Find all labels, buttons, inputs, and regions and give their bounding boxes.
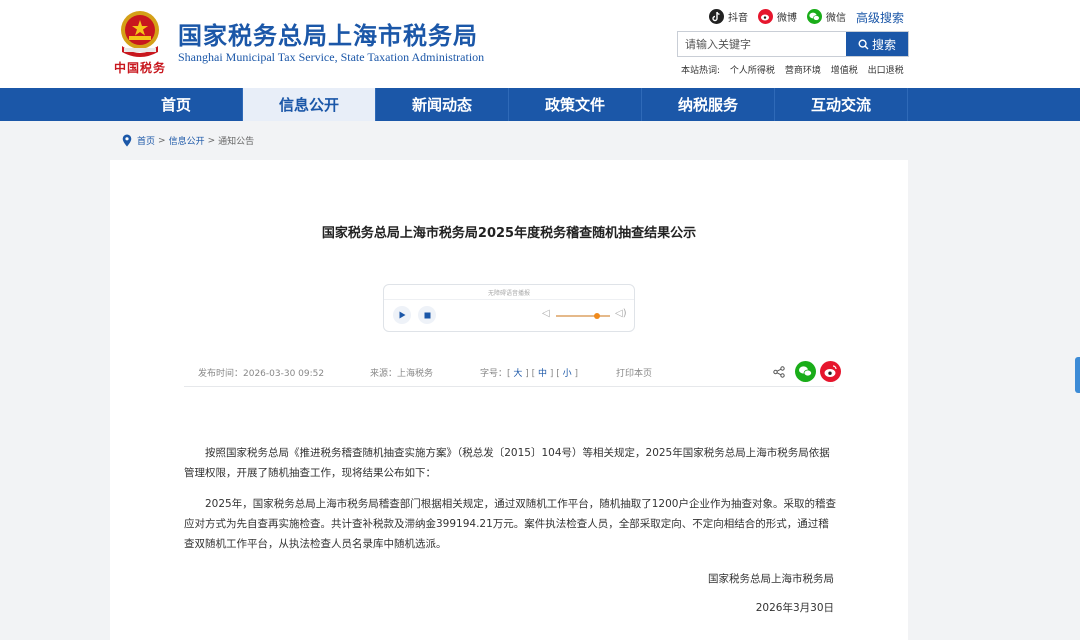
hot-word[interactable]: 个人所得税: [730, 66, 775, 76]
share-bar: [773, 361, 841, 382]
nav-item-info-disclosure[interactable]: 信息公开: [243, 88, 376, 121]
article-title: 国家税务总局上海市税务局2025年度税务稽查随机抽查结果公示: [321, 226, 697, 241]
main-nav: 首页 信息公开 新闻动态 政策文件 纳税服务 互动交流: [0, 88, 1080, 121]
weixin-icon: [807, 8, 822, 24]
nav-item-news[interactable]: 新闻动态: [376, 88, 509, 121]
font-size-medium[interactable]: 中: [538, 369, 547, 379]
share-weibo-button[interactable]: [820, 361, 841, 382]
font-size-controls: 字号：[ 大 ] [ 中 ] [ 小 ]: [480, 369, 579, 379]
douyin-label: 抖音: [728, 12, 748, 24]
location-pin-icon: [122, 134, 132, 147]
weibo-icon: [758, 8, 773, 24]
font-size-large[interactable]: 大: [513, 369, 522, 379]
site-subtitle: Shanghai Municipal Tax Service, State Ta…: [178, 50, 485, 64]
article-panel: 国家税务总局上海市税务局2025年度税务稽查随机抽查结果公示 无障碍语音播报 ◁…: [110, 160, 908, 640]
hot-word[interactable]: 出口退税: [868, 66, 904, 76]
breadcrumb-current: 通知公告: [218, 137, 255, 147]
volume-high-icon[interactable]: ◁): [615, 308, 627, 319]
floating-side-tab[interactable]: [1075, 357, 1080, 393]
hot-word[interactable]: 增值税: [831, 66, 858, 76]
audio-player-caption: 无障碍语音播报: [487, 290, 530, 297]
douyin-link[interactable]: 抖音: [709, 7, 748, 25]
nav-item-interaction[interactable]: 互动交流: [775, 88, 908, 121]
logo-text: 中国税务: [114, 61, 167, 75]
breadcrumb-separator: >: [207, 135, 216, 146]
article-paragraph: 2025年，国家税务总局上海市税务局稽查部门根据相关规定，通过双随机工作平台，随…: [184, 498, 836, 550]
share-icon[interactable]: [773, 365, 785, 378]
play-icon: [399, 311, 406, 319]
stop-button[interactable]: [418, 306, 436, 324]
nav-item-tax-service[interactable]: 纳税服务: [642, 88, 775, 121]
weixin-link[interactable]: 微信: [807, 7, 846, 25]
search-input[interactable]: [678, 32, 845, 56]
article-signature: 国家税务总局上海市税务局: [708, 573, 834, 585]
search-button[interactable]: 搜索: [846, 32, 908, 56]
weibo-icon: [824, 365, 837, 377]
publish-time: 发布时间：2026-03-30 09:52: [198, 369, 325, 379]
breadcrumb-separator: >: [158, 135, 166, 146]
search-box: 搜索: [677, 31, 909, 57]
breadcrumb: 首页 > 信息公开 > 通知公告: [122, 134, 254, 147]
share-weixin-button[interactable]: [795, 361, 816, 382]
search-button-label: 搜索: [871, 37, 896, 52]
national-emblem-icon: [121, 11, 159, 57]
meta-divider: [184, 386, 834, 387]
print-link[interactable]: 打印本页: [616, 366, 652, 379]
article-paragraph: 按照国家税务总局《推进税务稽查随机抽查实施方案》（税总发〔2015〕104号）等…: [184, 447, 830, 479]
font-size-small[interactable]: 小: [563, 369, 572, 379]
player-divider: [384, 299, 634, 300]
weixin-icon: [799, 366, 812, 377]
weibo-label: 微博: [777, 12, 797, 24]
breadcrumb-home[interactable]: 首页: [137, 134, 155, 147]
article-date: 2026年3月30日: [755, 602, 834, 614]
hot-words: 本站热词: 个人所得税 营商环境 增值税 出口退税: [681, 63, 911, 76]
nav-item-policy[interactable]: 政策文件: [509, 88, 642, 121]
article-source: 来源：上海税务: [370, 369, 434, 379]
search-icon: [858, 38, 869, 49]
site-title[interactable]: 国家税务总局上海市税务局: [178, 16, 478, 51]
play-button[interactable]: [393, 306, 411, 324]
site-header: 中国税务 国家税务总局上海市税务局 Shanghai Municipal Tax…: [0, 0, 1080, 88]
audio-player: 无障碍语音播报 ◁ ◁): [383, 284, 635, 332]
stop-icon: [424, 312, 430, 318]
font-size-label: 字号：: [480, 369, 508, 379]
breadcrumb-info-disclosure[interactable]: 信息公开: [169, 134, 205, 147]
hot-word[interactable]: 营商环境: [785, 66, 821, 76]
advanced-search-link[interactable]: 高级搜索: [856, 9, 904, 26]
douyin-icon: [709, 8, 724, 24]
weibo-link[interactable]: 微博: [758, 7, 797, 25]
volume-slider-handle[interactable]: [594, 313, 600, 319]
nav-item-home[interactable]: 首页: [110, 88, 243, 121]
volume-slider[interactable]: [556, 315, 610, 317]
weixin-label: 微信: [826, 12, 846, 24]
hot-words-label: 本站热词:: [681, 66, 721, 76]
volume-low-icon[interactable]: ◁: [542, 308, 550, 319]
